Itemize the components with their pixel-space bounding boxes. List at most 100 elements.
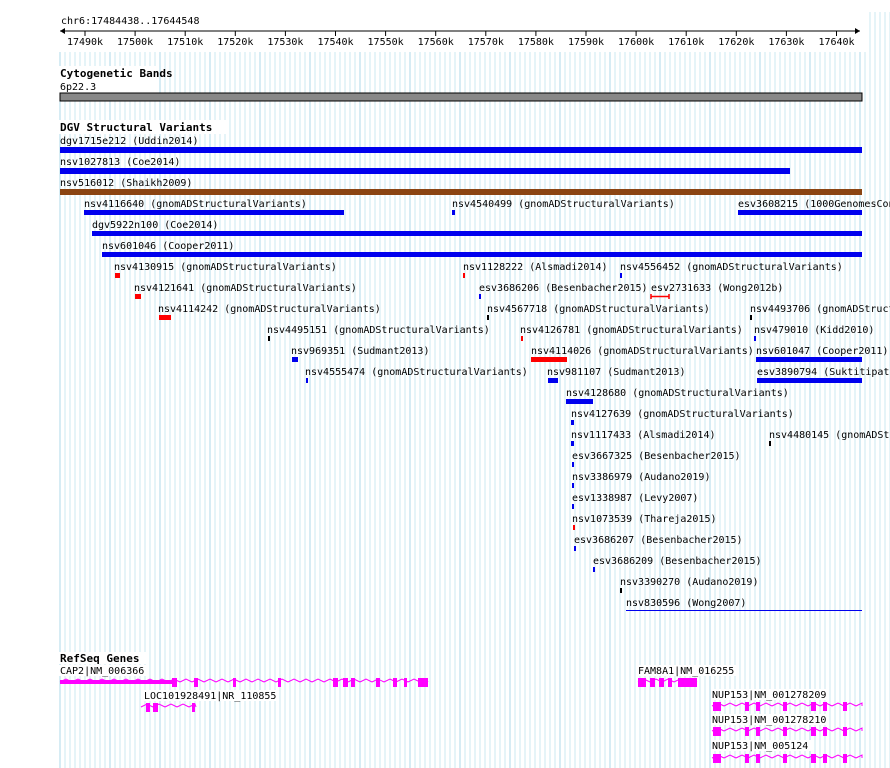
gene-exon[interactable] (823, 702, 827, 711)
gene-exon[interactable] (418, 678, 428, 687)
gene-exon[interactable] (333, 678, 338, 687)
sv-feature-v4[interactable]: nsv4116640 (gnomADStructuralVariants) (84, 199, 344, 215)
gene-exon[interactable] (194, 678, 198, 687)
sv-feature-v1[interactable]: dgv1715e212 (Uddin2014) (60, 136, 862, 153)
gene-exon[interactable] (713, 754, 721, 763)
sv-feature-v38[interactable]: nsv830596 (Wong2007) (626, 598, 862, 611)
sv-bar[interactable] (571, 441, 574, 446)
gene-exon[interactable] (376, 678, 380, 687)
gene-exon[interactable] (783, 754, 787, 763)
gene-exon[interactable] (153, 703, 158, 712)
genome-browser-panel[interactable]: chr6:17484438..17644548 17490k 17500k 1751… (0, 0, 890, 768)
sv-bar[interactable] (487, 315, 489, 320)
gene-exon[interactable] (713, 702, 721, 711)
cytoband-track[interactable]: Cytogenetic Bands 6p22.3 (56, 66, 863, 102)
sv-feature-v36[interactable]: esv3686209 (Besenbacher2015) (593, 556, 762, 572)
gene-exon[interactable] (192, 703, 195, 712)
sv-feature-v35[interactable]: esv3686207 (Besenbacher2015) (574, 535, 743, 551)
sv-bar[interactable] (573, 525, 575, 530)
sv-bar[interactable] (60, 168, 790, 174)
sv-bar[interactable] (159, 315, 171, 320)
sv-bar[interactable] (268, 336, 270, 341)
sv-bar[interactable] (479, 294, 481, 299)
gene-exon[interactable] (823, 754, 827, 763)
sv-bar[interactable] (92, 231, 862, 236)
sv-bar[interactable] (521, 336, 523, 341)
gene-exon[interactable] (713, 727, 721, 736)
gene-feature-g4[interactable]: NUP153|NM_001278209 (711, 689, 863, 711)
gene-exon[interactable] (668, 678, 672, 687)
sv-bar[interactable] (750, 315, 752, 320)
gene-utr[interactable] (60, 680, 172, 684)
sv-feature-v15[interactable]: nsv4114242 (gnomADStructuralVariants) (158, 304, 381, 320)
sv-feature-v19[interactable]: nsv4126781 (gnomADStructuralVariants) (520, 325, 743, 341)
sv-bar[interactable] (620, 273, 622, 278)
sv-bar[interactable] (463, 273, 465, 278)
sv-bar[interactable] (84, 210, 344, 215)
sv-feature-v11[interactable]: nsv4556452 (gnomADStructuralVariants) (620, 262, 843, 278)
sv-feature-v24[interactable]: nsv4555474 (gnomADStructuralVariants) (305, 367, 528, 383)
sv-feature-v14[interactable]: esv2731633 (Wong2012b) (650, 283, 783, 299)
sv-bar[interactable] (593, 567, 595, 572)
gene-exon[interactable] (278, 678, 281, 687)
gene-exon[interactable] (343, 678, 348, 687)
gene-exon[interactable] (811, 702, 816, 711)
gene-exon[interactable] (811, 754, 816, 763)
sv-bar[interactable] (738, 210, 862, 215)
gene-feature-g1[interactable]: CAP2|NM_006366 (59, 665, 429, 687)
sv-bar[interactable] (306, 378, 308, 383)
gene-feature-g5[interactable]: NUP153|NM_001278210 (711, 714, 863, 736)
sv-feature-v8[interactable]: nsv601046 (Cooper2011) (102, 241, 862, 257)
gene-exon[interactable] (811, 727, 816, 736)
sv-bar[interactable] (292, 357, 298, 362)
sv-bar[interactable] (102, 252, 862, 257)
gene-exon[interactable] (638, 678, 646, 687)
sv-bar[interactable] (754, 336, 756, 341)
sv-feature-v7[interactable]: dgv5922n100 (Coe2014) (92, 220, 862, 236)
sv-bar[interactable] (572, 462, 574, 467)
gene-exon[interactable] (843, 754, 847, 763)
gene-exon[interactable] (756, 754, 760, 763)
gene-exon[interactable] (404, 678, 407, 687)
sv-bar[interactable] (572, 483, 574, 488)
sv-bar[interactable] (572, 504, 574, 509)
sv-bar[interactable] (574, 546, 576, 551)
gene-exon[interactable] (823, 727, 827, 736)
sv-bar[interactable] (548, 378, 558, 383)
gene-exon[interactable] (233, 678, 236, 687)
sv-feature-v29[interactable]: nsv1117433 (Alsmadi2014) (571, 430, 716, 446)
sv-feature-v23[interactable]: nsv601047 (Cooper2011) (756, 346, 888, 362)
gene-exon[interactable] (843, 702, 847, 711)
gene-exon[interactable] (745, 702, 749, 711)
position-ruler[interactable]: chr6:17484438..17644548 17490k 17500k 1751… (56, 12, 866, 52)
cytoband-6p22-3[interactable] (59, 92, 863, 102)
sv-feature-v13[interactable]: esv3686206 (Besenbacher2015) (479, 283, 648, 299)
sv-bar[interactable] (620, 588, 622, 593)
genome-tracks-canvas[interactable]: chr6:17484438..17644548 17490k 17500k 1751… (0, 0, 890, 768)
sv-bar[interactable] (115, 273, 120, 278)
gene-exon[interactable] (745, 727, 749, 736)
gene-exon[interactable] (678, 678, 697, 687)
gene-exon[interactable] (393, 678, 397, 687)
sv-bar[interactable] (135, 294, 141, 299)
gene-exon[interactable] (650, 678, 655, 687)
sv-bar[interactable] (756, 357, 862, 362)
gene-feature-g2[interactable]: FAM8A1|NM_016255 (637, 665, 737, 687)
sv-feature-v6[interactable]: esv3608215 (1000GenomesCon (738, 199, 890, 215)
gene-feature-g6[interactable]: NUP153|NM_005124 (711, 740, 863, 763)
gene-exon[interactable] (756, 727, 760, 736)
sv-bar[interactable] (566, 399, 593, 404)
sv-bar[interactable] (531, 357, 567, 362)
sv-feature-v3[interactable]: nsv516012 (Shaikh2009) (60, 178, 862, 195)
sv-bar[interactable] (769, 441, 771, 446)
sv-bar[interactable] (452, 210, 455, 215)
gene-exon[interactable] (843, 727, 847, 736)
sv-feature-v37[interactable]: nsv3390270 (Audano2019) (620, 577, 758, 593)
gene-exon[interactable] (756, 702, 760, 711)
gene-exon[interactable] (146, 703, 150, 712)
gene-exon[interactable] (172, 678, 177, 687)
sv-bar[interactable] (626, 610, 862, 611)
sv-bar[interactable] (60, 147, 862, 153)
gene-exon[interactable] (659, 678, 664, 687)
sv-bar[interactable] (571, 420, 574, 425)
